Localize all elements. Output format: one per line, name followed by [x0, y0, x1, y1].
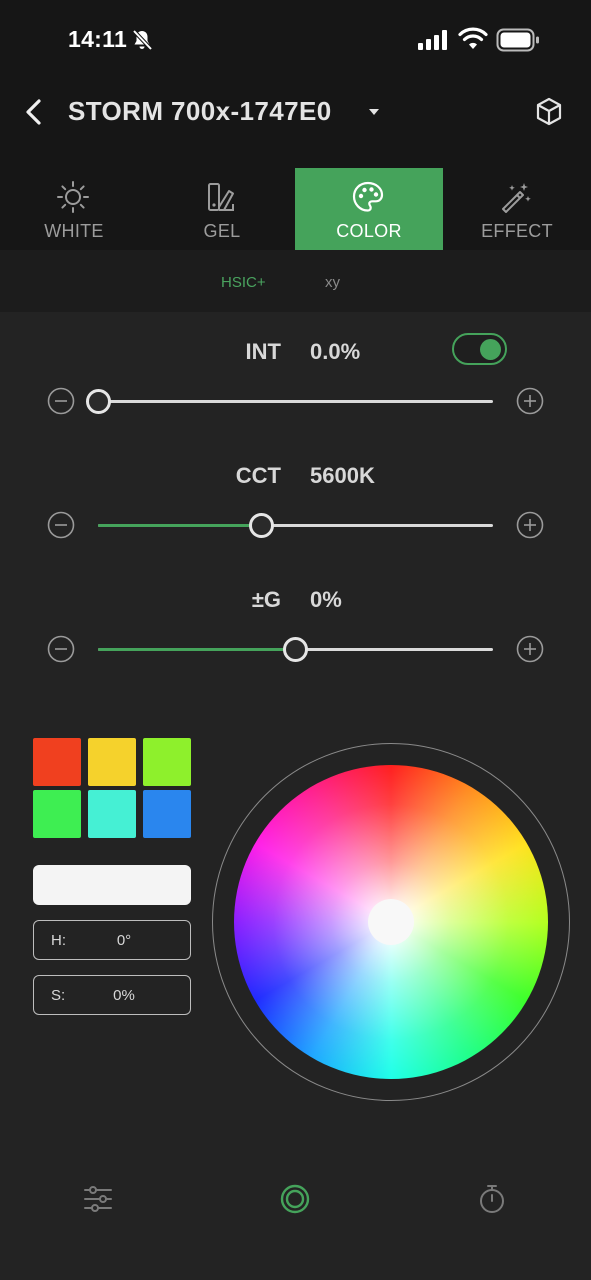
tab-white-label: WHITE: [44, 221, 104, 241]
intensity-slider-thumb[interactable]: [85, 389, 111, 414]
green-magenta-label: ±G: [251, 587, 281, 612]
toggle-knob: [480, 339, 501, 360]
green-magenta-value: 0%: [310, 587, 342, 612]
timer-icon[interactable]: [476, 1183, 508, 1215]
saturation-field[interactable]: S: 0%: [33, 975, 191, 1015]
intensity-decrease-button[interactable]: [47, 387, 75, 415]
tab-gel[interactable]: GEL: [148, 168, 296, 250]
intensity-increase-button[interactable]: [516, 387, 544, 415]
tab-white[interactable]: WHITE: [0, 168, 148, 250]
top-bar: 14:11 STORM 700x-1747E0: [0, 0, 591, 168]
gel-swatch-icon: [208, 183, 234, 211]
intensity-slider[interactable]: [85, 389, 493, 414]
dropdown-caret-icon[interactable]: [366, 106, 382, 118]
device-name[interactable]: STORM 700x-1747E0: [68, 96, 332, 127]
palette-icon: [352, 181, 384, 212]
tab-color[interactable]: COLOR: [295, 168, 443, 250]
swatch-blue[interactable]: [143, 790, 191, 838]
tab-color-label: COLOR: [336, 221, 402, 241]
cellular-signal-icon: [418, 30, 447, 50]
intensity-toggle[interactable]: [452, 333, 507, 365]
swatch-cyan[interactable]: [88, 790, 136, 838]
swatch-green[interactable]: [33, 790, 81, 838]
green-slider-thumb[interactable]: [283, 637, 308, 662]
cct-slider[interactable]: [98, 513, 493, 538]
cct-slider-thumb[interactable]: [249, 513, 275, 538]
swatch-lime[interactable]: [143, 738, 191, 786]
green-slider[interactable]: [98, 637, 493, 662]
sun-icon: [57, 181, 89, 213]
hue-label: H:: [51, 932, 66, 949]
swatch-yellow[interactable]: [88, 738, 136, 786]
green-decrease-button[interactable]: [47, 635, 75, 663]
mode-tabs: WHITE GEL COLOR EFFECT: [0, 168, 591, 250]
selected-color-preview[interactable]: [33, 865, 191, 905]
3d-cube-icon[interactable]: [534, 96, 564, 128]
hue-value: 0°: [116, 932, 132, 949]
subtab-xy[interactable]: xy: [325, 274, 340, 291]
magic-wand-icon: [502, 183, 531, 213]
cct-decrease-button[interactable]: [47, 511, 75, 539]
status-time: 14:11: [68, 26, 128, 52]
cct-label: CCT: [235, 463, 281, 488]
tab-gel-label: GEL: [203, 221, 241, 241]
saturation-value: 0%: [113, 987, 135, 1004]
hue-field[interactable]: H: 0°: [33, 920, 191, 960]
battery-icon: [496, 28, 539, 52]
intensity-value: 0.0%: [310, 339, 361, 364]
green-slider-fill: [98, 648, 296, 651]
cct-value: 5600K: [310, 463, 375, 488]
tab-effect-label: EFFECT: [481, 221, 553, 241]
back-button[interactable]: [18, 94, 50, 130]
muted-bell-icon: [132, 29, 153, 51]
cct-slider-fill: [98, 524, 262, 527]
subtab-hsic[interactable]: HSIC+: [221, 274, 266, 291]
color-wheel-pointer[interactable]: [368, 899, 414, 945]
wifi-icon: [458, 27, 488, 49]
cct-increase-button[interactable]: [516, 511, 544, 539]
tab-effect[interactable]: EFFECT: [443, 168, 591, 250]
saturation-label: S:: [51, 987, 66, 1004]
sliders-icon[interactable]: [82, 1183, 114, 1215]
color-mode-subtabs: HSIC+ xy: [0, 250, 591, 312]
intensity-label: INT: [245, 339, 281, 364]
swatch-red[interactable]: [33, 738, 81, 786]
color-ring-icon[interactable]: [279, 1183, 311, 1215]
green-increase-button[interactable]: [516, 635, 544, 663]
